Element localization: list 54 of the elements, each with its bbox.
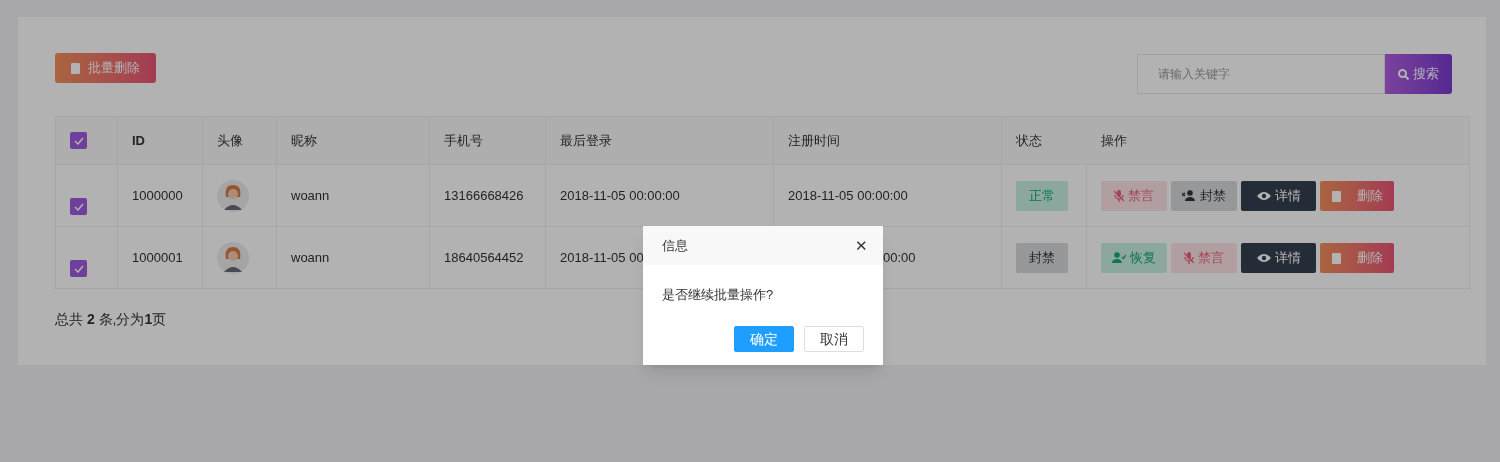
mute-button[interactable]: 禁言: [1171, 242, 1237, 273]
table-cell: 1000001: [132, 249, 183, 265]
dialog-message: 是否继续批量操作?: [662, 286, 774, 304]
table-cell: woann: [291, 187, 330, 203]
table-cell: woann: [291, 249, 330, 265]
eye-icon: [1256, 190, 1271, 201]
avatar-icon: [217, 241, 249, 274]
trash-icon: [71, 62, 80, 74]
table-cell: 1000000: [132, 187, 183, 203]
detail-button[interactable]: 详情: [1241, 242, 1316, 273]
column-header: 注册时间: [788, 132, 840, 148]
mute-button[interactable]: 禁言: [1101, 180, 1167, 211]
column-header: 状态: [1016, 132, 1042, 148]
mic-off-icon: [1114, 189, 1124, 202]
column-header: ID: [132, 132, 145, 148]
checkbox[interactable]: [70, 132, 87, 150]
pagination-summary: 总共 2 条,分为1页: [55, 310, 167, 329]
search-icon: [1398, 68, 1409, 80]
delete-button[interactable]: 删除: [1320, 180, 1394, 211]
avatar-icon: [217, 179, 249, 212]
status-badge: 封禁: [1016, 242, 1068, 273]
column-header: 手机号: [444, 132, 483, 148]
table-cell: 2018-11-05 00: [560, 249, 644, 265]
table-cell: 2018-11-05 00:00:00: [788, 187, 908, 203]
delete-button[interactable]: 删除: [1320, 242, 1394, 273]
search-field[interactable]: 请输入关键字: [1137, 54, 1385, 94]
trash-icon: [1331, 251, 1341, 264]
check-icon: [73, 136, 84, 145]
column-header: 操作: [1100, 132, 1127, 148]
trash-icon: [1331, 189, 1341, 202]
column-header: 最后登录: [560, 132, 612, 148]
detail-button[interactable]: 详情: [1241, 180, 1316, 211]
check-icon: [73, 264, 84, 273]
table-cell: 13166668426: [444, 187, 524, 203]
user-block-icon: [1182, 190, 1196, 201]
table-cell: 18640564452: [444, 249, 524, 265]
confirm-button[interactable]: 确定: [734, 326, 794, 352]
restore-button[interactable]: 恢复: [1101, 242, 1167, 273]
cancel-button[interactable]: 取消: [804, 326, 864, 352]
ban-button[interactable]: 封禁: [1171, 180, 1237, 211]
column-header: 头像: [217, 132, 243, 148]
checkbox[interactable]: [70, 260, 87, 277]
eye-icon: [1256, 252, 1271, 263]
batch-delete-button[interactable]: 批量删除: [55, 53, 156, 83]
table-cell-text: 00:00: [882, 248, 916, 267]
search-button[interactable]: 搜索: [1385, 54, 1452, 94]
user-check-icon: [1112, 252, 1126, 263]
check-icon: [73, 202, 84, 211]
checkbox[interactable]: [70, 198, 87, 215]
status-badge: 正常: [1016, 180, 1068, 211]
column-header: 昵称: [291, 132, 317, 148]
dialog-title: 信息: [662, 236, 688, 255]
table-cell: 2018-11-05 00:00:00: [560, 187, 680, 203]
mic-off-icon: [1184, 251, 1194, 264]
